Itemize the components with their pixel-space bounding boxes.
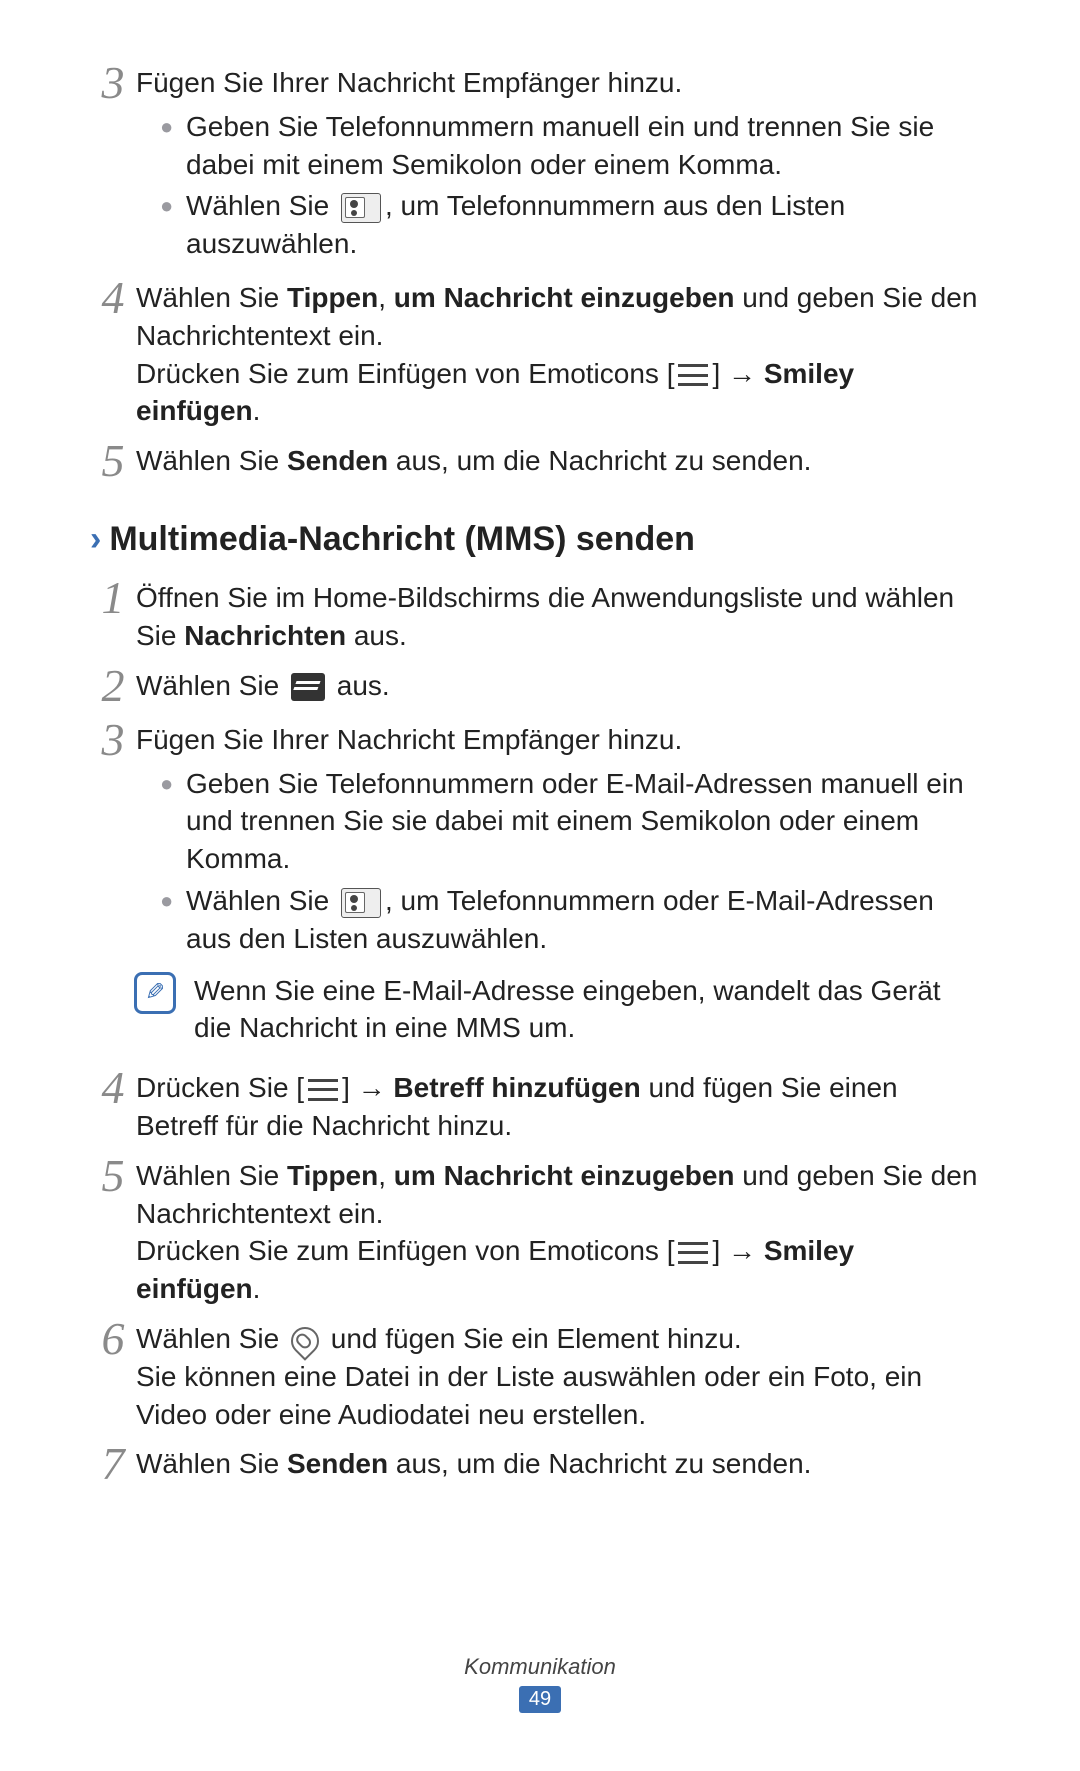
page-footer: Kommunikation 49 xyxy=(0,1654,1080,1713)
bullet-dot-icon: ● xyxy=(160,882,186,920)
step-body: Wählen Sie und fügen Sie ein Element hin… xyxy=(136,1316,980,1433)
step-number: 5 xyxy=(90,438,136,484)
bullet-dot-icon: ● xyxy=(160,765,186,803)
step-text: Fügen Sie Ihrer Nachricht Empfänger hinz… xyxy=(136,724,682,755)
step-number: 7 xyxy=(90,1441,136,1487)
step-body: Öffnen Sie im Home-Bildschirms die Anwen… xyxy=(136,575,980,655)
note-callout: Wenn Sie eine E-Mail-Adresse eingeben, w… xyxy=(134,972,980,1048)
chevron-icon: › xyxy=(90,520,101,559)
mms-step-3: 3 Fügen Sie Ihrer Nachricht Empfänger hi… xyxy=(90,717,980,962)
step-number: 1 xyxy=(90,575,136,621)
bullet-text: Geben Sie Telefonnummern manuell ein und… xyxy=(186,108,980,184)
note-text: Wenn Sie eine E-Mail-Adresse eingeben, w… xyxy=(176,972,980,1048)
note-icon xyxy=(134,972,176,1014)
bullet-item: ● Wählen Sie , um Telefonnummern oder E-… xyxy=(160,882,980,958)
bullet-dot-icon: ● xyxy=(160,187,186,225)
bullet-item: ● Geben Sie Telefonnummern oder E-Mail-A… xyxy=(160,765,980,878)
bullet-text: Wählen Sie , um Telefonnummern aus den L… xyxy=(186,187,980,263)
step-number: 4 xyxy=(90,275,136,321)
mms-step-7: 7 Wählen Sie Senden aus, um die Nachrich… xyxy=(90,1441,980,1487)
step-body: Wählen Sie Tippen, um Nachricht einzugeb… xyxy=(136,1153,980,1308)
step-body: Wählen Sie Senden aus, um die Nachricht … xyxy=(136,1441,980,1483)
step-body: Wählen Sie Tippen, um Nachricht einzugeb… xyxy=(136,275,980,430)
contact-icon xyxy=(341,888,381,918)
step-body: Fügen Sie Ihrer Nachricht Empfänger hinz… xyxy=(136,717,980,962)
step-body: Fügen Sie Ihrer Nachricht Empfänger hinz… xyxy=(136,60,980,267)
bullet-text: Geben Sie Telefonnummern oder E-Mail-Adr… xyxy=(186,765,980,878)
bullet-text: Wählen Sie , um Telefonnummern oder E-Ma… xyxy=(186,882,980,958)
bullet-list: ● Geben Sie Telefonnummern manuell ein u… xyxy=(136,108,980,263)
bullet-item: ● Geben Sie Telefonnummern manuell ein u… xyxy=(160,108,980,184)
footer-section: Kommunikation xyxy=(0,1654,1080,1680)
step-4: 4 Wählen Sie Tippen, um Nachricht einzug… xyxy=(90,275,980,430)
step-number: 5 xyxy=(90,1153,136,1199)
menu-icon xyxy=(678,364,708,386)
step-number: 6 xyxy=(90,1316,136,1362)
mms-step-6: 6 Wählen Sie und fügen Sie ein Element h… xyxy=(90,1316,980,1433)
mms-step-1: 1 Öffnen Sie im Home-Bildschirms die Anw… xyxy=(90,575,980,655)
bullet-dot-icon: ● xyxy=(160,108,186,146)
page: 3 Fügen Sie Ihrer Nachricht Empfänger hi… xyxy=(0,0,1080,1771)
mms-step-5: 5 Wählen Sie Tippen, um Nachricht einzug… xyxy=(90,1153,980,1308)
contact-icon xyxy=(341,193,381,223)
step-number: 2 xyxy=(90,663,136,709)
mms-step-2: 2 Wählen Sie aus. xyxy=(90,663,980,709)
step-body: Drücken Sie [] → Betreff hinzufügen und … xyxy=(136,1065,980,1145)
step-body: Wählen Sie aus. xyxy=(136,663,980,705)
step-body: Wählen Sie Senden aus, um die Nachricht … xyxy=(136,438,980,480)
step-text: Fügen Sie Ihrer Nachricht Empfänger hinz… xyxy=(136,67,682,98)
step-5: 5 Wählen Sie Senden aus, um die Nachrich… xyxy=(90,438,980,484)
step-number: 4 xyxy=(90,1065,136,1111)
section-title: Multimedia-Nachricht (MMS) senden xyxy=(109,520,695,559)
page-number: 49 xyxy=(519,1686,561,1713)
bullet-item: ● Wählen Sie , um Telefonnummern aus den… xyxy=(160,187,980,263)
menu-icon xyxy=(678,1242,708,1264)
section-heading: › Multimedia-Nachricht (MMS) senden xyxy=(90,520,980,559)
step-number: 3 xyxy=(90,60,136,106)
paperclip-icon xyxy=(285,1321,325,1361)
compose-icon xyxy=(291,673,325,701)
step-number: 3 xyxy=(90,717,136,763)
bullet-list: ● Geben Sie Telefonnummern oder E-Mail-A… xyxy=(136,765,980,958)
step-3: 3 Fügen Sie Ihrer Nachricht Empfänger hi… xyxy=(90,60,980,267)
mms-step-4: 4 Drücken Sie [] → Betreff hinzufügen un… xyxy=(90,1065,980,1145)
menu-icon xyxy=(308,1079,338,1101)
